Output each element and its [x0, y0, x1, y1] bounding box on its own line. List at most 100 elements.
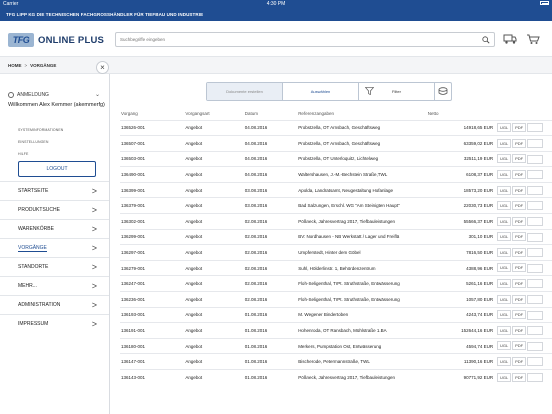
table-row[interactable]: 136147-001 Angebot 01.08.2016 Bischerode, P…	[120, 353, 552, 370]
col-referenz[interactable]: Referenzangaben	[297, 108, 427, 120]
pdf-button[interactable]: PDF	[512, 263, 527, 273]
table-row[interactable]: 136193-001 Angebot 01.08.2016 M. Wegener Bi…	[120, 306, 552, 323]
logo[interactable]: TFG ONLINE PLUS	[8, 33, 104, 47]
ugl-button[interactable]: UGL	[497, 232, 512, 242]
ugl-button[interactable]: UGL	[497, 138, 512, 148]
pdf-button[interactable]: PDF	[512, 154, 527, 164]
pdf-button[interactable]: PDF	[512, 357, 527, 367]
ugl-button[interactable]: UGL	[497, 294, 512, 304]
table-row[interactable]: 136143-001 Angebot 01.08.2016 Pößneck, Jahr…	[120, 369, 552, 386]
row-select-checkbox[interactable]	[527, 232, 544, 242]
ugl-button[interactable]: UGL	[497, 310, 512, 320]
ugl-button[interactable]: UGL	[497, 154, 512, 164]
ugl-button[interactable]: UGL	[497, 216, 512, 226]
table-row[interactable]: 136490-001 Angebot 04.08.2016 Waltershausen…	[120, 166, 552, 183]
search-box[interactable]	[115, 32, 495, 47]
row-select-checkbox[interactable]	[527, 185, 544, 195]
sidebar-link-systeminfo[interactable]: SYSTEMINFORMATIONEN	[18, 128, 63, 132]
table-row[interactable]: 136236-001 Angebot 02.08.2016 Floh-Seligent…	[120, 291, 552, 308]
row-select-checkbox[interactable]	[527, 263, 544, 273]
select-button[interactable]: Auswählen	[283, 83, 359, 100]
sidebar-link-settings[interactable]: EINSTELLUNGEN	[18, 140, 48, 144]
close-icon: ×	[100, 63, 105, 72]
login-toggle[interactable]: ANMELDUNG ⌄	[8, 90, 102, 100]
truck-icon[interactable]	[503, 33, 517, 45]
logout-button[interactable]: LOGOUT	[18, 161, 96, 177]
nav-item-mehr[interactable]: MEHR... >	[0, 276, 109, 295]
ugl-button[interactable]: UGL	[497, 279, 512, 289]
ugl-button[interactable]: UGL	[497, 357, 512, 367]
ugl-button[interactable]: UGL	[497, 341, 512, 351]
ugl-button[interactable]: UGL	[497, 123, 512, 133]
col-vorgangsart[interactable]: Vorgangsart	[184, 108, 243, 120]
breadcrumb-home[interactable]: HOME	[8, 63, 22, 68]
pdf-button[interactable]: PDF	[512, 123, 527, 133]
search-icon[interactable]	[482, 36, 490, 44]
pdf-button[interactable]: PDF	[512, 279, 527, 289]
nav-item-impressum[interactable]: IMPRESSUM >	[0, 314, 109, 333]
pdf-button[interactable]: PDF	[512, 310, 527, 320]
pdf-button[interactable]: PDF	[512, 247, 527, 257]
row-select-checkbox[interactable]	[527, 310, 544, 320]
cart-icon[interactable]	[526, 33, 540, 45]
nav-item-administration[interactable]: ADMINISTRATION >	[0, 295, 109, 314]
stack-button[interactable]	[435, 83, 451, 100]
ugl-button[interactable]: UGL	[497, 185, 512, 195]
table-row[interactable]: 136279-001 Angebot 02.08.2016 Suhl, Hölderl…	[120, 259, 552, 276]
nav-item-produktsuche[interactable]: PRODUKTSUCHE >	[0, 200, 109, 219]
nav-item-standorte[interactable]: STANDORTE >	[0, 257, 109, 276]
ugl-button[interactable]: UGL	[497, 372, 512, 382]
col-datum[interactable]: Datum	[244, 108, 297, 120]
pdf-button[interactable]: PDF	[512, 232, 527, 242]
table-row[interactable]: 136299-001 Angebot 02.08.2016 BV: Nordhause…	[120, 228, 552, 245]
ugl-button[interactable]: UGL	[497, 263, 512, 273]
pdf-button[interactable]: PDF	[512, 201, 527, 211]
row-select-checkbox[interactable]	[527, 294, 544, 304]
ugl-button[interactable]: UGL	[497, 325, 512, 335]
table-row[interactable]: 136247-001 Angebot 02.08.2016 Floh-Seligent…	[120, 275, 552, 292]
row-select-checkbox[interactable]	[527, 154, 544, 164]
col-netto[interactable]: Netto	[427, 108, 496, 120]
sidebar-link-help[interactable]: HILFE	[18, 152, 28, 156]
table-row[interactable]: 136526-001 Angebot 04.08.2016 Probstzella, …	[120, 119, 552, 136]
pdf-button[interactable]: PDF	[512, 216, 527, 226]
row-select-checkbox[interactable]	[527, 248, 544, 258]
table-row[interactable]: 136180-001 Angebot 01.08.2016 Merkers, Pump…	[120, 337, 552, 354]
pdf-button[interactable]: PDF	[512, 294, 527, 304]
table-row[interactable]: 136399-001 Angebot 03.08.2016 Apolda, Landr…	[120, 181, 552, 198]
row-select-checkbox[interactable]	[527, 139, 544, 149]
create-documents-button[interactable]: Dokumente erstellen	[207, 83, 283, 100]
pdf-button[interactable]: PDF	[512, 138, 527, 148]
table-row[interactable]: 136302-001 Angebot 02.08.2016 Pößneck, Jahr…	[120, 213, 552, 230]
row-select-checkbox[interactable]	[527, 201, 544, 211]
table-row[interactable]: 136191-001 Angebot 01.08.2016 Hohenroda, OT…	[120, 322, 552, 339]
table-row[interactable]: 136297-001 Angebot 02.08.2016 Umpferstedt, …	[120, 244, 552, 261]
close-sidebar-button[interactable]: ×	[96, 61, 109, 74]
filter-button[interactable]: Filter	[359, 83, 435, 100]
pdf-button[interactable]: PDF	[512, 185, 527, 195]
pdf-button[interactable]: PDF	[512, 325, 527, 335]
nav-item-vorgaenge[interactable]: VORGÄNGE >	[0, 238, 109, 257]
cell-referenz: Pößneck, Jahresvertrag 2017, Tiefbauleis…	[297, 369, 427, 386]
nav-item-warenkoerbe[interactable]: WARENKÖRBE >	[0, 219, 109, 238]
ugl-button[interactable]: UGL	[497, 201, 512, 211]
pdf-button[interactable]: PDF	[512, 341, 527, 351]
row-select-checkbox[interactable]	[527, 373, 544, 383]
row-select-checkbox[interactable]	[527, 326, 544, 336]
row-select-checkbox[interactable]	[527, 170, 544, 180]
pdf-button[interactable]: PDF	[512, 169, 527, 179]
table-row[interactable]: 136503-001 Angebot 04.08.2016 Probstzella, …	[120, 150, 552, 167]
table-row[interactable]: 136379-001 Angebot 03.08.2016 Bad Salzungen…	[120, 197, 552, 214]
row-select-checkbox[interactable]	[527, 279, 544, 289]
row-select-checkbox[interactable]	[527, 357, 544, 367]
ugl-button[interactable]: UGL	[497, 169, 512, 179]
nav-item-startseite[interactable]: STARTSEITE >	[0, 181, 109, 200]
col-vorgang[interactable]: Vorgang	[120, 108, 184, 120]
row-select-checkbox[interactable]	[527, 123, 544, 133]
ugl-button[interactable]: UGL	[497, 247, 512, 257]
row-select-checkbox[interactable]	[527, 341, 544, 351]
row-select-checkbox[interactable]	[527, 217, 544, 227]
pdf-button[interactable]: PDF	[512, 372, 527, 382]
table-row[interactable]: 136507-001 Angebot 04.08.2016 Probstzella, …	[120, 135, 552, 152]
search-input[interactable]	[120, 33, 470, 46]
